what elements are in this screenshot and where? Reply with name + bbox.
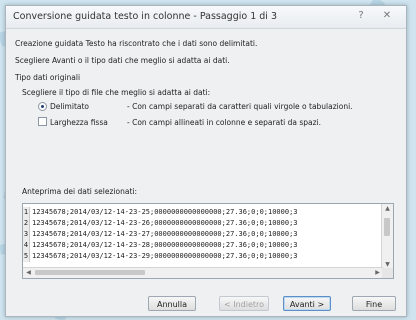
scroll-left-icon[interactable]: ◀ xyxy=(23,269,34,276)
preview-row: 5 12345678;2014/03/12-14-23-29;0000000000… xyxy=(23,251,383,262)
scroll-up-icon[interactable]: ▲ xyxy=(382,205,393,212)
file-type-prompt: Scegliere il tipo di file che meglio si … xyxy=(22,88,211,97)
preview-row: 4 12345678;2014/03/12-14-23-28;0000000000… xyxy=(23,240,383,251)
row-number: 5 xyxy=(23,251,30,262)
back-button[interactable]: < Indietro xyxy=(219,296,269,311)
preview-rows: 1 12345678;2014/03/12-14-23-25;0000000000… xyxy=(23,207,383,262)
window-title: Conversione guidata testo in colonne - P… xyxy=(13,11,278,22)
row-number: 1 xyxy=(23,207,30,218)
intro-line-2: Scegliere Avanti o il tipo dati che megl… xyxy=(15,56,230,65)
row-text: 12345678;2014/03/12-14-23-25;00000000000… xyxy=(32,208,298,216)
help-icon[interactable]: ? xyxy=(352,9,370,23)
checkbox-icon[interactable] xyxy=(38,117,47,126)
row-text: 12345678;2014/03/12-14-23-28;00000000000… xyxy=(32,241,298,249)
row-text: 12345678;2014/03/12-14-23-27;00000000000… xyxy=(32,230,298,238)
horizontal-scrollbar[interactable]: ◀ ▶ xyxy=(23,267,383,278)
option-delimited-description: - Con campi separati da caratteri quali … xyxy=(127,102,353,111)
option-fixed-width-label[interactable]: Larghezza fissa xyxy=(50,118,108,127)
next-button[interactable]: Avanti > xyxy=(283,296,331,311)
row-text: 12345678;2014/03/12-14-23-26;00000000000… xyxy=(32,219,298,227)
close-icon[interactable]: ✕ xyxy=(378,9,396,23)
preview-row: 1 12345678;2014/03/12-14-23-25;0000000000… xyxy=(23,207,383,218)
row-number: 4 xyxy=(23,240,30,251)
row-text: 12345678;2014/03/12-14-23-29;00000000000… xyxy=(32,252,298,260)
title-bar: Conversione guidata testo in colonne - P… xyxy=(6,6,406,29)
scrollbar-corner xyxy=(382,268,393,278)
group-label-original-type: Tipo dati originali xyxy=(15,73,81,82)
vertical-scrollbar[interactable]: ▲ ▼ xyxy=(381,204,393,269)
radio-selected-icon[interactable] xyxy=(38,102,47,111)
row-number: 2 xyxy=(23,218,30,229)
intro-line-1: Creazione guidata Testo ha riscontrato c… xyxy=(15,39,258,48)
data-preview[interactable]: 1 12345678;2014/03/12-14-23-25;0000000000… xyxy=(22,203,394,279)
preview-row: 2 12345678;2014/03/12-14-23-26;0000000000… xyxy=(23,218,383,229)
horizontal-scroll-thumb[interactable] xyxy=(35,270,145,275)
cancel-button[interactable]: Annulla xyxy=(148,296,196,311)
scroll-down-icon[interactable]: ▼ xyxy=(382,261,393,268)
finish-button[interactable]: Fine xyxy=(352,296,396,311)
option-delimited-label[interactable]: Delimitato xyxy=(50,102,89,111)
preview-label: Anteprima dei dati selezionati: xyxy=(22,187,137,196)
row-number: 3 xyxy=(23,229,30,240)
option-fixed-width-description: - Con campi allineati in colonne e separ… xyxy=(127,118,322,127)
preview-row: 3 12345678;2014/03/12-14-23-27;0000000000… xyxy=(23,229,383,240)
vertical-scroll-thumb[interactable] xyxy=(384,218,390,236)
